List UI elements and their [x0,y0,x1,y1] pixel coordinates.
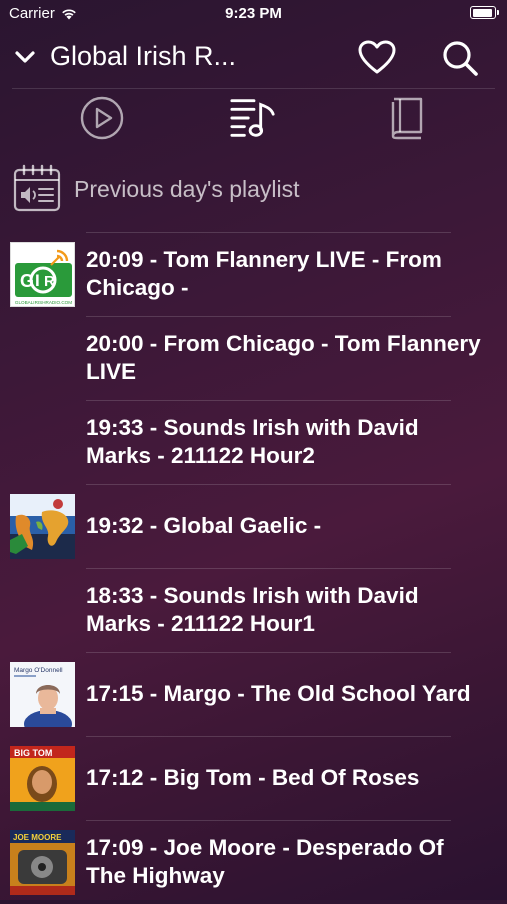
list-item[interactable]: I R G GLOBALIRISHRADIO.COM 20:09 - Tom F… [0,232,507,316]
list-item[interactable]: 20:00 - From Chicago - Tom Flannery LIVE [0,316,507,400]
globalirishradio-logo: I R G GLOBALIRISHRADIO.COM [10,242,75,307]
calendar-speaker-icon [13,164,61,212]
list-item[interactable]: 18:33 - Sounds Irish with David Marks - … [0,568,507,652]
clock: 9:23 PM [225,5,282,22]
list-item[interactable]: Margo O'Donnell 17:15 - Margo - The Old … [0,652,507,736]
gir-logo-text: GLOBALIRISHRADIO.COM [15,300,72,305]
list-item[interactable]: 19:32 - Global Gaelic - [0,484,507,568]
tab-playlist[interactable] [229,94,277,142]
book-icon [391,97,423,140]
svg-text:I: I [35,271,40,290]
joe-moore-art-title: JOE MOORE [13,833,62,842]
track-title: 19:33 - Sounds Irish with David Marks - … [86,415,419,468]
track-title: 17:15 - Margo - The Old School Yard [86,681,471,706]
joe-moore-album-art: JOE MOORE [10,830,75,895]
battery-icon [470,6,499,19]
track-title: 20:00 - From Chicago - Tom Flannery LIVE [86,331,481,384]
playlist: I R G GLOBALIRISHRADIO.COM 20:09 - Tom F… [0,232,507,904]
previous-day-playlist-button[interactable]: Previous day's playlist [12,164,492,216]
tab-bar [0,94,507,142]
world-map-art [10,494,75,559]
tab-play[interactable] [78,94,126,142]
margo-art-name: Margo O'Donnell [14,667,63,674]
music-list-icon [230,99,275,137]
track-title: 19:32 - Global Gaelic - [86,513,322,538]
play-circle-icon [80,96,124,140]
header-divider [12,88,495,89]
big-tom-album-art: BIG TOM [10,746,75,811]
chevron-down-icon[interactable] [12,44,38,70]
heart-icon[interactable] [357,38,397,78]
svg-text:G: G [20,271,34,291]
tab-book[interactable] [382,94,430,142]
track-title: 18:33 - Sounds Irish with David Marks - … [86,583,419,636]
big-tom-art-title: BIG TOM [14,748,52,758]
station-title: Global Irish R... [50,41,237,71]
search-icon[interactable] [440,38,480,78]
svg-text:R: R [44,273,55,290]
list-item[interactable]: BIG TOM 17:12 - Big Tom - Bed Of Roses [0,736,507,820]
track-title: 17:12 - Big Tom - Bed Of Roses [86,765,420,790]
previous-day-label: Previous day's playlist [74,176,300,202]
track-title: 17:09 - Joe Moore - Desperado Of The Hig… [86,835,444,888]
list-item[interactable]: JOE MOORE 17:09 - Joe Moore - Desperado … [0,820,507,904]
status-bar: Carrier 9:23 PM [0,0,507,28]
track-title: 20:09 - Tom Flannery LIVE - From Chicago… [86,247,442,300]
list-item[interactable]: 19:33 - Sounds Irish with David Marks - … [0,400,507,484]
margo-album-art: Margo O'Donnell [10,662,75,727]
top-bar: Global Irish R... [0,36,507,80]
